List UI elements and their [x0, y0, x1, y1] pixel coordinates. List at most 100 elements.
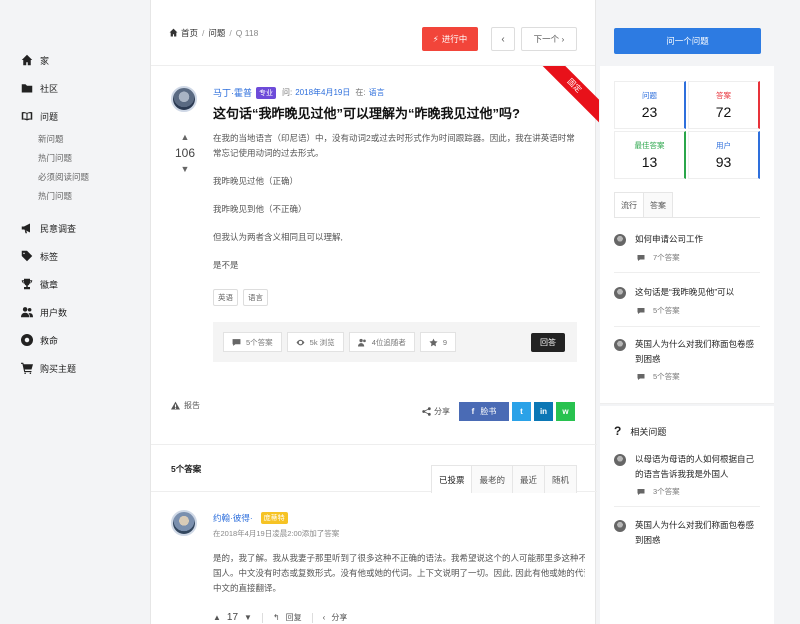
report-label: 报告 — [184, 401, 200, 410]
breadcrumb-separator: / — [229, 27, 232, 38]
sidebar-item-users[interactable]: 用户数 — [0, 298, 150, 326]
favorite-stat[interactable]: 9 — [419, 332, 457, 352]
pinned-ribbon: 固定 — [529, 66, 599, 136]
site-stats: 问题 23 答案 72 最佳答案 13 用户 93 — [614, 81, 760, 179]
share-label: 分享 — [422, 406, 450, 417]
share-facebook-button[interactable]: f 脸书 — [459, 402, 509, 421]
answer-line: 国人。中文没有时态或复数形式。没有他或她的代词。上下文说明了一切。因此, 因此有… — [213, 568, 585, 578]
sidebar-item-label: 标签 — [40, 251, 59, 262]
tab-recent[interactable]: 最近 — [511, 465, 545, 493]
tab-voted[interactable]: 已投票 — [430, 465, 473, 493]
sidebar-tabs: 流行 答案 — [614, 192, 673, 218]
sidebar-subitem-hot-questions-2[interactable]: 热门问题 — [0, 187, 150, 206]
breadcrumb-home[interactable]: 首页 — [181, 27, 198, 39]
status-button[interactable]: ⚡ 进行中 — [422, 27, 478, 51]
related-item-title[interactable]: 以母语为母语的人如何根据自己的语言告诉我我是外国人 — [635, 452, 760, 482]
answer-author-avatar[interactable] — [171, 510, 197, 536]
question-author-avatar[interactable] — [171, 86, 197, 112]
stat-users: 用户 93 — [688, 131, 760, 179]
share-whatsapp-button[interactable]: w — [556, 402, 575, 421]
sidebar-item-tags[interactable]: 标签 — [0, 242, 150, 270]
popular-item-count: 7个答案 — [637, 252, 680, 263]
downvote-icon[interactable]: ▼ — [173, 164, 197, 174]
left-sidebar: 家 社区 问题 新问题 热门问题 必须阅读问题 热门问题 民意调查 标签 徽章 … — [0, 0, 150, 624]
popular-item-title[interactable]: 英国人为什么对我们称面包卷感到困惑 — [635, 337, 760, 367]
bolt-icon: ⚡ — [432, 33, 439, 44]
reply-icon: ↰ — [272, 613, 280, 622]
followers-stat[interactable]: 4位追随者 — [348, 332, 415, 352]
sidebar-item-questions[interactable]: 问题 — [0, 102, 150, 130]
answers-header: 5个答案 已投票 最老的 最近 随机 — [151, 444, 597, 493]
tab-oldest[interactable]: 最老的 — [471, 465, 513, 493]
sidebar-item-badges[interactable]: 徽章 — [0, 270, 150, 298]
related-item-count: 3个答案 — [637, 486, 680, 497]
megaphone-icon — [20, 221, 34, 235]
cart-icon — [20, 361, 34, 375]
downvote-icon[interactable]: ▼ — [244, 613, 252, 622]
report-link[interactable]: 报告 — [171, 400, 200, 411]
sidebar-item-label: 徽章 — [40, 279, 59, 290]
share-linkedin-button[interactable]: in — [534, 402, 553, 421]
sidebar-subitem-hot-questions[interactable]: 热门问题 — [0, 149, 150, 168]
stat-best-answers: 最佳答案 13 — [614, 131, 686, 179]
answers-stat[interactable]: 5个答案 — [223, 332, 282, 352]
next-question-button[interactable]: 下一个 › — [521, 27, 577, 51]
reply-button[interactable]: 回复 — [286, 612, 302, 623]
lifebuoy-icon — [20, 333, 34, 347]
tab-popular[interactable]: 流行 — [614, 192, 644, 218]
upvote-icon[interactable]: ▲ — [173, 132, 197, 142]
ask-question-button[interactable]: 问一个问题 — [614, 28, 761, 54]
question-paragraph: 是不是 — [213, 260, 239, 270]
share-text: 分享 — [434, 407, 450, 416]
answer-body: 是的，我了解。我从我妻子那里听到了很多这种不正确的语法。我希望说这个的人可能那里… — [213, 551, 585, 596]
sidebar-item-polls[interactable]: 民意调查 — [0, 214, 150, 242]
status-label: 进行中 — [441, 34, 468, 44]
question-date[interactable]: 2018年4月19日 — [295, 87, 350, 98]
popular-item-title[interactable]: 如何申请公司工作 — [635, 232, 760, 247]
question-stats-bar: 5个答案 5k 浏览 4位追随者 9 回答 — [213, 322, 577, 362]
answer-author-badge: 庞蒂特 — [260, 512, 288, 524]
comment-icon — [637, 488, 645, 495]
home-icon — [20, 53, 34, 67]
sidebar-item-label: 购买主题 — [40, 363, 77, 374]
share-twitter-button[interactable]: t — [512, 402, 531, 421]
comment-icon — [637, 373, 645, 380]
tab-random[interactable]: 随机 — [543, 465, 577, 493]
breadcrumb-questions[interactable]: 问题 — [208, 27, 225, 39]
question-category[interactable]: 语言 — [369, 87, 385, 98]
tag-language[interactable]: 语言 — [243, 289, 268, 306]
popular-item-title[interactable]: 这句话是“我昨晚见他”可以 — [635, 285, 760, 300]
comment-icon — [232, 338, 241, 346]
followers-count: 4位追随者 — [371, 337, 406, 347]
upvote-icon[interactable]: ▲ — [213, 613, 221, 622]
sidebar-item-home[interactable]: 家 — [0, 46, 150, 74]
views-count: 5k 浏览 — [309, 337, 335, 347]
warning-icon — [171, 401, 180, 410]
sidebar-item-community[interactable]: 社区 — [0, 74, 150, 102]
question-paragraph: 但我认为两者含义相同且可以理解, — [213, 232, 343, 242]
answer-share-button[interactable]: 分享 — [331, 612, 347, 623]
favorite-count: 9 — [442, 337, 448, 347]
related-questions-panel: ? 相关问题 以母语为母语的人如何根据自己的语言告诉我我是外国人 3个答案 英国… — [600, 406, 774, 624]
sidebar-item-help[interactable]: 救命 — [0, 326, 150, 354]
question-author[interactable]: 马丁·霍普 — [213, 86, 252, 99]
answer-author[interactable]: 约翰·彼得· — [213, 512, 253, 524]
answer-button[interactable]: 回答 — [531, 333, 565, 352]
tag-english[interactable]: 英语 — [213, 289, 238, 306]
star-icon — [429, 338, 438, 346]
related-item-title[interactable]: 英国人为什么对我们称面包卷感到困惑 — [635, 518, 760, 548]
tab-answers[interactable]: 答案 — [643, 192, 673, 218]
right-sidebar: 问一个问题 问题 23 答案 72 最佳答案 13 用户 93 流行 答案 如何… — [600, 0, 800, 624]
pinned-ribbon-label: 固定 — [536, 66, 599, 124]
share-icon: ‹ — [322, 613, 326, 622]
sidebar-subitem-new-questions[interactable]: 新问题 — [0, 130, 150, 149]
previous-question-button[interactable]: ‹ — [491, 27, 515, 51]
vote-count: 106 — [174, 146, 196, 160]
share-bar: 分享 f 脸书 t in w — [422, 402, 575, 421]
answer-author-row: 约翰·彼得· 庞蒂特 — [213, 512, 288, 524]
question-vote: ▲ 106 ▼ — [173, 132, 197, 174]
stat-answers: 答案 72 — [688, 81, 760, 129]
sidebar-item-buy-theme[interactable]: 购买主题 — [0, 354, 150, 382]
asked-label: 问: — [282, 88, 293, 97]
sidebar-subitem-must-read[interactable]: 必须阅读问题 — [0, 168, 150, 187]
